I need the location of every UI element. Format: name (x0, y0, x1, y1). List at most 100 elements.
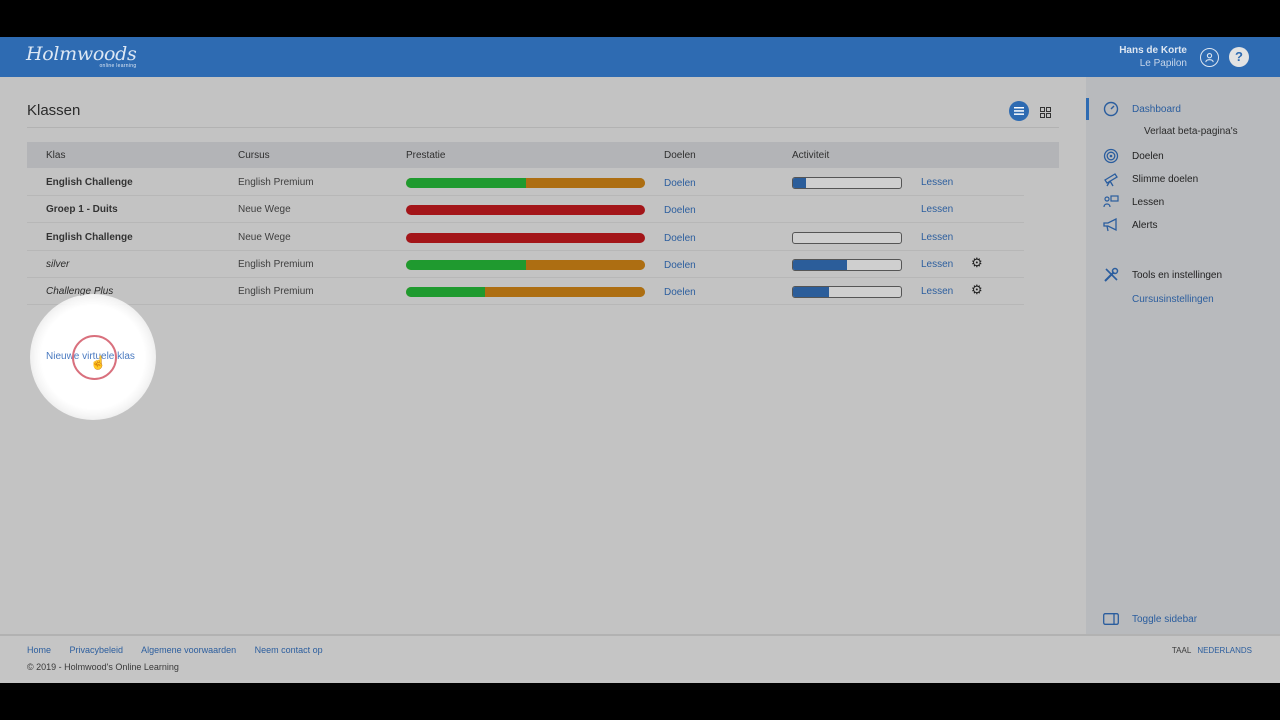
activity-bar (792, 258, 902, 271)
performance-orange-segment (525, 178, 645, 188)
course-name: English Premium (238, 258, 314, 270)
sidebar-item-lessen[interactable]: Lessen (1102, 194, 1164, 210)
doelen-link[interactable]: Doelen (664, 233, 696, 244)
class-name[interactable]: silver (46, 259, 69, 270)
sidebar-item-label: Dashboard (1132, 103, 1181, 115)
telescope-icon (1102, 171, 1120, 187)
column-header-cursus[interactable]: Cursus (238, 150, 270, 161)
user-organization: Le Papilon (1139, 58, 1187, 69)
footer-link-home[interactable]: Home (27, 645, 51, 655)
gear-icon[interactable]: ⚙ (971, 255, 983, 271)
doelen-link[interactable]: Doelen (664, 287, 696, 298)
performance-green-segment (406, 259, 526, 270)
sidebar-item-label: Tools en instellingen (1132, 269, 1223, 281)
column-header-doelen[interactable]: Doelen (664, 150, 696, 161)
lessen-link[interactable]: Lessen (921, 232, 953, 243)
performance-orange-segment (484, 287, 645, 298)
class-name[interactable]: English Challenge (46, 177, 133, 188)
performance-orange-segment (525, 259, 645, 270)
performance-bar (406, 205, 645, 216)
holmwoods-logo[interactable]: Holmwoods online learning (26, 43, 137, 69)
active-indicator (1086, 98, 1089, 120)
table-row: English Challenge English Premium Doelen Le… (27, 169, 1024, 196)
sidebar-subitem-cursusinstellingen[interactable]: Cursusinstellingen (1132, 294, 1214, 305)
top-bar: Holmwoods online learning Hans de Korte … (0, 37, 1280, 77)
doelen-link[interactable]: Doelen (664, 178, 696, 189)
hand-pointer-icon: ☝ (90, 355, 107, 370)
sidebar-item-label: Doelen (1132, 150, 1164, 162)
performance-bar (406, 232, 645, 243)
performance-bar (406, 178, 645, 188)
toggle-sidebar-button[interactable]: Toggle sidebar (1102, 611, 1197, 627)
sidebar-item-dashboard[interactable]: Dashboard (1102, 101, 1181, 117)
table-row: English Challenge Neue Wege Doelen Lessen (27, 224, 1024, 251)
lessons-icon (1102, 194, 1120, 210)
title-divider (27, 127, 1059, 128)
table-row: Challenge Plus English Premium Doelen Lesse… (27, 278, 1024, 306)
sidebar-toggle-icon (1102, 611, 1120, 627)
user-name: Hans de Korte (1119, 45, 1187, 56)
performance-green-segment (406, 178, 526, 188)
activity-bar (792, 231, 902, 244)
user-profile-icon[interactable] (1200, 48, 1219, 67)
footer-link-terms[interactable]: Algemene voorwaarden (141, 645, 236, 655)
megaphone-icon (1102, 217, 1120, 233)
class-name[interactable]: Groep 1 - Duits (46, 204, 118, 215)
app-window: Holmwoods online learning Hans de Korte … (0, 37, 1280, 683)
lessen-link[interactable]: Lessen (921, 259, 953, 270)
footer-link-contact[interactable]: Neem contact op (255, 645, 323, 655)
course-name: English Premium (238, 177, 314, 188)
activity-bar (792, 177, 902, 189)
dashboard-gauge-icon (1102, 101, 1120, 117)
sidebar-subitem-leave-beta[interactable]: Verlaat beta-pagina's (1144, 126, 1238, 137)
footer: Home Privacybeleid Algemene voorwaarden … (0, 634, 1280, 683)
sidebar-item-tools[interactable]: Tools en instellingen (1102, 267, 1222, 283)
column-header-activiteit[interactable]: Activiteit (792, 150, 829, 161)
right-sidebar: Dashboard Verlaat beta-pagina's Doelen S… (1086, 77, 1280, 634)
activity-fill (793, 259, 847, 270)
language-label: TAAL (1171, 646, 1192, 655)
performance-green-segment (406, 287, 485, 298)
grid-view-icon[interactable] (1040, 105, 1052, 118)
column-header-prestatie[interactable]: Prestatie (406, 150, 445, 161)
gear-icon[interactable]: ⚙ (971, 282, 983, 298)
main-content: Klassen Klas Cursus Prestatie Doelen Act… (0, 77, 1086, 634)
doelen-link[interactable]: Doelen (664, 205, 696, 216)
table-header: Klas Cursus Prestatie Doelen Activiteit (27, 142, 1059, 168)
sidebar-item-label: Toggle sidebar (1132, 613, 1198, 625)
help-icon[interactable]: ? (1229, 47, 1249, 67)
target-icon (1102, 148, 1120, 164)
sidebar-item-label: Slimme doelen (1132, 173, 1199, 185)
lessen-link[interactable]: Lessen (921, 286, 953, 297)
sidebar-item-doelen[interactable]: Doelen (1102, 148, 1164, 164)
activity-fill (793, 287, 829, 298)
sidebar-item-label: Alerts (1132, 219, 1158, 231)
language-selector[interactable]: TAAL NEDERLANDS (1172, 646, 1252, 655)
user-info: Hans de Korte Le Papilon (1119, 45, 1187, 70)
lessen-link[interactable]: Lessen (921, 177, 953, 188)
table-row: Groep 1 - Duits Neue Wege Doelen Lessen (27, 196, 1024, 224)
activity-fill (793, 178, 806, 188)
tools-icon (1102, 267, 1120, 283)
footer-links: Home Privacybeleid Algemene voorwaarden … (27, 645, 339, 655)
footer-link-privacy[interactable]: Privacybeleid (70, 645, 124, 655)
sidebar-item-slimme-doelen[interactable]: Slimme doelen (1102, 171, 1198, 187)
performance-bar (406, 259, 645, 270)
list-view-icon[interactable] (1009, 101, 1029, 121)
sidebar-item-label: Lessen (1132, 196, 1165, 208)
language-value[interactable]: NEDERLANDS (1197, 646, 1252, 655)
sidebar-item-alerts[interactable]: Alerts (1102, 217, 1158, 233)
class-name[interactable]: English Challenge (46, 232, 133, 243)
lessen-link[interactable]: Lessen (921, 204, 953, 215)
logo-wordmark: Holmwoods (26, 43, 137, 65)
table-row: silver English Premium Doelen Lessen ⚙ (27, 251, 1024, 278)
course-name: Neue Wege (238, 204, 291, 216)
performance-bar (406, 287, 645, 298)
activity-bar (792, 286, 902, 299)
column-header-klas[interactable]: Klas (46, 150, 65, 161)
course-name: English Premium (238, 286, 314, 298)
doelen-link[interactable]: Doelen (664, 260, 696, 271)
course-name: Neue Wege (238, 231, 291, 243)
copyright-text: © 2019 - Holmwood's Online Learning (27, 662, 179, 672)
page-title: Klassen (27, 102, 81, 119)
